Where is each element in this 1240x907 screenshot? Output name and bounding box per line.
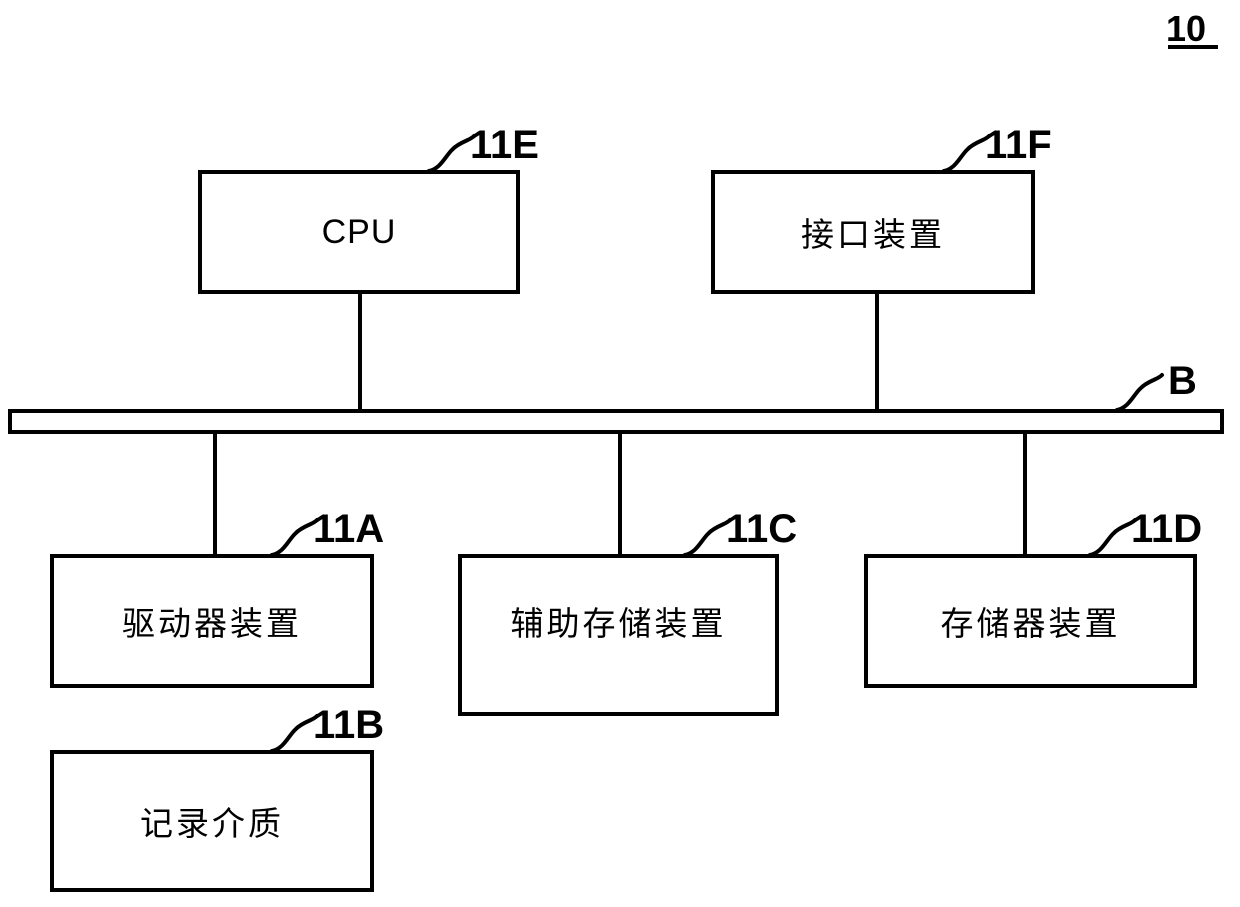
reference-label-11F: 11F — [985, 123, 1052, 167]
leader-line-11B — [270, 714, 319, 753]
reference-label-11B: 11B — [313, 703, 385, 747]
reference-label-11C: 11C — [726, 507, 798, 551]
reference-label-11E: 11E — [470, 123, 539, 167]
leader-line-11F — [942, 134, 991, 173]
leader-line-11C — [683, 518, 732, 557]
label-auxiliary-storage-device: 辅助存储装置 — [510, 604, 727, 643]
leader-line-11D — [1088, 518, 1137, 557]
reference-label-11D: 11D — [1131, 507, 1203, 551]
label-memory-device: 存储器装置 — [940, 604, 1121, 643]
reference-label-11A: 11A — [313, 507, 385, 551]
label-drive-device: 驱动器装置 — [122, 604, 302, 643]
leader-line-11E — [427, 134, 476, 173]
patent-figure: 10 B CPU 接口装置 驱动器装置 辅助存储装置 存储器装置 记录介质 11… — [0, 0, 1240, 907]
label-interface-device: 接口装置 — [801, 215, 945, 254]
reference-label-bus: B — [1168, 359, 1197, 403]
label-cpu: CPU — [321, 212, 397, 251]
leader-line-11A — [270, 518, 319, 557]
system-bus-bar — [8, 409, 1224, 434]
label-recording-medium: 记录介质 — [140, 804, 284, 843]
leader-line-bus-B — [1115, 373, 1164, 412]
figure-number: 10 — [1166, 8, 1207, 49]
